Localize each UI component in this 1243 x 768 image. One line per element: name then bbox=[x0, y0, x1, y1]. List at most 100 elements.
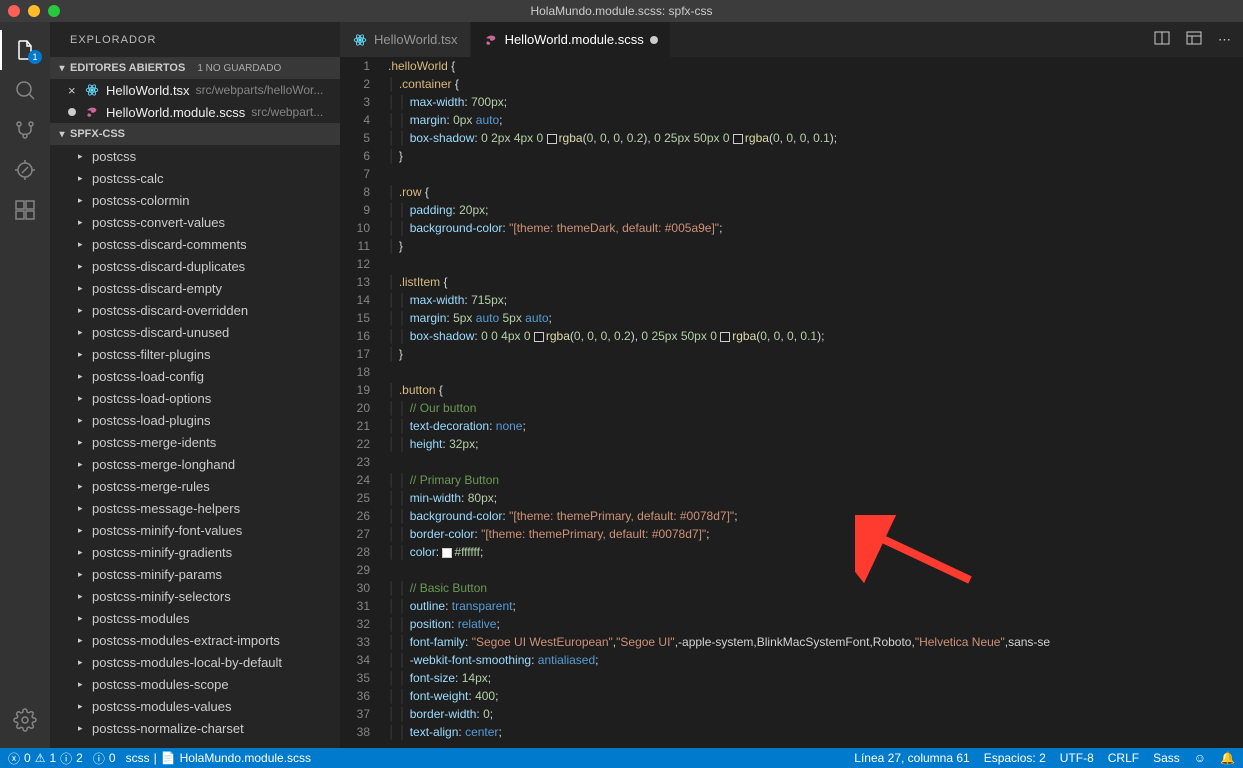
activity-source-control[interactable] bbox=[0, 110, 50, 150]
folder-item[interactable]: ▸postcss-load-options bbox=[50, 387, 340, 409]
code-line[interactable]: │ │ font-size: 14px; bbox=[388, 669, 1243, 687]
code-line[interactable]: │ } bbox=[388, 345, 1243, 363]
status-port[interactable]: ⓘ0 bbox=[93, 750, 116, 767]
folder-item[interactable]: ▸postcss-discard-duplicates bbox=[50, 255, 340, 277]
code-line[interactable]: │ } bbox=[388, 237, 1243, 255]
split-editor-icon[interactable] bbox=[1154, 30, 1170, 49]
status-feedback-icon[interactable]: ☺ bbox=[1194, 751, 1206, 765]
status-mode[interactable]: Sass bbox=[1153, 751, 1180, 765]
code-line[interactable]: │ │ box-shadow: 0 0 4px 0 rgba(0, 0, 0, … bbox=[388, 327, 1243, 345]
status-spaces[interactable]: Espacios: 2 bbox=[984, 751, 1046, 765]
close-icon[interactable]: × bbox=[68, 83, 80, 98]
layout-icon[interactable] bbox=[1186, 30, 1202, 49]
code-line[interactable] bbox=[388, 165, 1243, 183]
status-notifications-icon[interactable]: 🔔 bbox=[1220, 751, 1235, 765]
editor-tab[interactable]: HelloWorld.module.scss bbox=[471, 22, 671, 57]
code-line[interactable] bbox=[388, 453, 1243, 471]
window-zoom-button[interactable] bbox=[48, 5, 60, 17]
code-line[interactable]: │ } bbox=[388, 147, 1243, 165]
code-line[interactable]: │ │ margin: 5px auto 5px auto; bbox=[388, 309, 1243, 327]
activity-explorer[interactable]: 1 bbox=[0, 30, 50, 70]
folder-name: postcss-discard-unused bbox=[92, 325, 229, 340]
activity-extensions[interactable] bbox=[0, 190, 50, 230]
open-editors-header[interactable]: ▾ EDITORES ABIERTOS 1 NO GUARDADO bbox=[50, 57, 340, 79]
window-close-button[interactable] bbox=[8, 5, 20, 17]
code-line[interactable]: │ │ color: #ffffff; bbox=[388, 543, 1243, 561]
code-line[interactable]: │ │ border-width: 0; bbox=[388, 705, 1243, 723]
status-problems[interactable]: ⓧ0 ⚠1 ⓘ2 bbox=[8, 750, 83, 767]
folder-item[interactable]: ▸postcss-minify-font-values bbox=[50, 519, 340, 541]
code-line[interactable] bbox=[388, 561, 1243, 579]
folder-item[interactable]: ▸postcss-modules-extract-imports bbox=[50, 629, 340, 651]
window-minimize-button[interactable] bbox=[28, 5, 40, 17]
folder-item[interactable]: ▸postcss-merge-longhand bbox=[50, 453, 340, 475]
folder-item[interactable]: ▸postcss-modules-local-by-default bbox=[50, 651, 340, 673]
folder-item[interactable]: ▸postcss-load-config bbox=[50, 365, 340, 387]
code-line[interactable]: │ │ border-color: "[theme: themePrimary,… bbox=[388, 525, 1243, 543]
code-line[interactable]: │ │ // Basic Button bbox=[388, 579, 1243, 597]
folder-item[interactable]: ▸postcss bbox=[50, 145, 340, 167]
folder-item[interactable]: ▸postcss-modules-scope bbox=[50, 673, 340, 695]
code-line[interactable]: │ .button { bbox=[388, 381, 1243, 399]
activity-settings[interactable] bbox=[0, 700, 50, 740]
code-line[interactable]: │ │ padding: 20px; bbox=[388, 201, 1243, 219]
code-line[interactable]: │ │ font-weight: 400; bbox=[388, 687, 1243, 705]
status-eol[interactable]: CRLF bbox=[1108, 751, 1139, 765]
folder-item[interactable]: ▸postcss-merge-rules bbox=[50, 475, 340, 497]
code-line[interactable]: │ │ max-width: 715px; bbox=[388, 291, 1243, 309]
code-line[interactable] bbox=[388, 363, 1243, 381]
code-line[interactable]: .helloWorld { bbox=[388, 57, 1243, 75]
activity-debug[interactable] bbox=[0, 150, 50, 190]
folder-item[interactable]: ▸postcss-discard-comments bbox=[50, 233, 340, 255]
code-line[interactable]: │ │ text-decoration: none; bbox=[388, 417, 1243, 435]
more-actions-icon[interactable]: ⋯ bbox=[1218, 32, 1231, 48]
folder-item[interactable]: ▸postcss-merge-idents bbox=[50, 431, 340, 453]
code-line[interactable]: │ │ outline: transparent; bbox=[388, 597, 1243, 615]
folder-item[interactable]: ▸postcss-normalize-charset bbox=[50, 717, 340, 739]
text-editor[interactable]: 1234567891011121314151617181920212223242… bbox=[340, 57, 1243, 748]
folder-item[interactable]: ▸postcss-minify-selectors bbox=[50, 585, 340, 607]
activity-search[interactable] bbox=[0, 70, 50, 110]
editor-tab[interactable]: HelloWorld.tsx bbox=[340, 22, 471, 57]
code-line[interactable]: │ .container { bbox=[388, 75, 1243, 93]
code-line[interactable] bbox=[388, 255, 1243, 273]
folder-item[interactable]: ▸postcss-modules-values bbox=[50, 695, 340, 717]
code-line[interactable]: │ │ position: relative; bbox=[388, 615, 1243, 633]
code-line[interactable]: │ │ height: 32px; bbox=[388, 435, 1243, 453]
code-line[interactable]: │ │ background-color: "[theme: themeDark… bbox=[388, 219, 1243, 237]
code-line[interactable]: │ │ // Our button bbox=[388, 399, 1243, 417]
folder-item[interactable]: ▸postcss-colormin bbox=[50, 189, 340, 211]
folder-item[interactable]: ▸postcss-modules bbox=[50, 607, 340, 629]
code-line[interactable]: │ │ max-width: 700px; bbox=[388, 93, 1243, 111]
code-line[interactable]: │ │ text-align: center; bbox=[388, 723, 1243, 741]
folder-item[interactable]: ▸postcss-calc bbox=[50, 167, 340, 189]
code-body[interactable]: .helloWorld {│ .container {│ │ max-width… bbox=[388, 57, 1243, 748]
chevron-down-icon: ▾ bbox=[54, 129, 70, 140]
code-line[interactable]: │ .listItem { bbox=[388, 273, 1243, 291]
folder-item[interactable]: ▸postcss-discard-unused bbox=[50, 321, 340, 343]
status-cursor[interactable]: Línea 27, columna 61 bbox=[854, 751, 969, 765]
folder-item[interactable]: ▸postcss-discard-overridden bbox=[50, 299, 340, 321]
folder-name: postcss-calc bbox=[92, 171, 164, 186]
folder-item[interactable]: ▸postcss-message-helpers bbox=[50, 497, 340, 519]
status-encoding[interactable]: UTF-8 bbox=[1060, 751, 1094, 765]
folder-item[interactable]: ▸postcss-convert-values bbox=[50, 211, 340, 233]
code-line[interactable]: │ .row { bbox=[388, 183, 1243, 201]
code-line[interactable]: │ │ font-family: "Segoe UI WestEuropean"… bbox=[388, 633, 1243, 651]
folder-item[interactable]: ▸postcss-discard-empty bbox=[50, 277, 340, 299]
code-line[interactable]: │ │ background-color: "[theme: themePrim… bbox=[388, 507, 1243, 525]
open-editor-item[interactable]: ×HelloWorld.tsxsrc/webparts/helloWor... bbox=[50, 79, 340, 101]
folder-item[interactable]: ▸postcss-filter-plugins bbox=[50, 343, 340, 365]
code-line[interactable]: │ │ // Primary Button bbox=[388, 471, 1243, 489]
code-line[interactable]: │ │ box-shadow: 0 2px 4px 0 rgba(0, 0, 0… bbox=[388, 129, 1243, 147]
folder-item[interactable]: ▸postcss-minify-params bbox=[50, 563, 340, 585]
code-line[interactable]: │ │ min-width: 80px; bbox=[388, 489, 1243, 507]
folder-name: postcss-modules-values bbox=[92, 699, 231, 714]
code-line[interactable]: │ │ -webkit-font-smoothing: antialiased; bbox=[388, 651, 1243, 669]
folder-item[interactable]: ▸postcss-load-plugins bbox=[50, 409, 340, 431]
folder-item[interactable]: ▸postcss-minify-gradients bbox=[50, 541, 340, 563]
open-editor-item[interactable]: HelloWorld.module.scsssrc/webpart... bbox=[50, 101, 340, 123]
workspace-header[interactable]: ▾ SPFX-CSS bbox=[50, 123, 340, 145]
status-lang-indicator[interactable]: scss | 📄 HolaMundo.module.scss bbox=[126, 751, 311, 765]
code-line[interactable]: │ │ margin: 0px auto; bbox=[388, 111, 1243, 129]
